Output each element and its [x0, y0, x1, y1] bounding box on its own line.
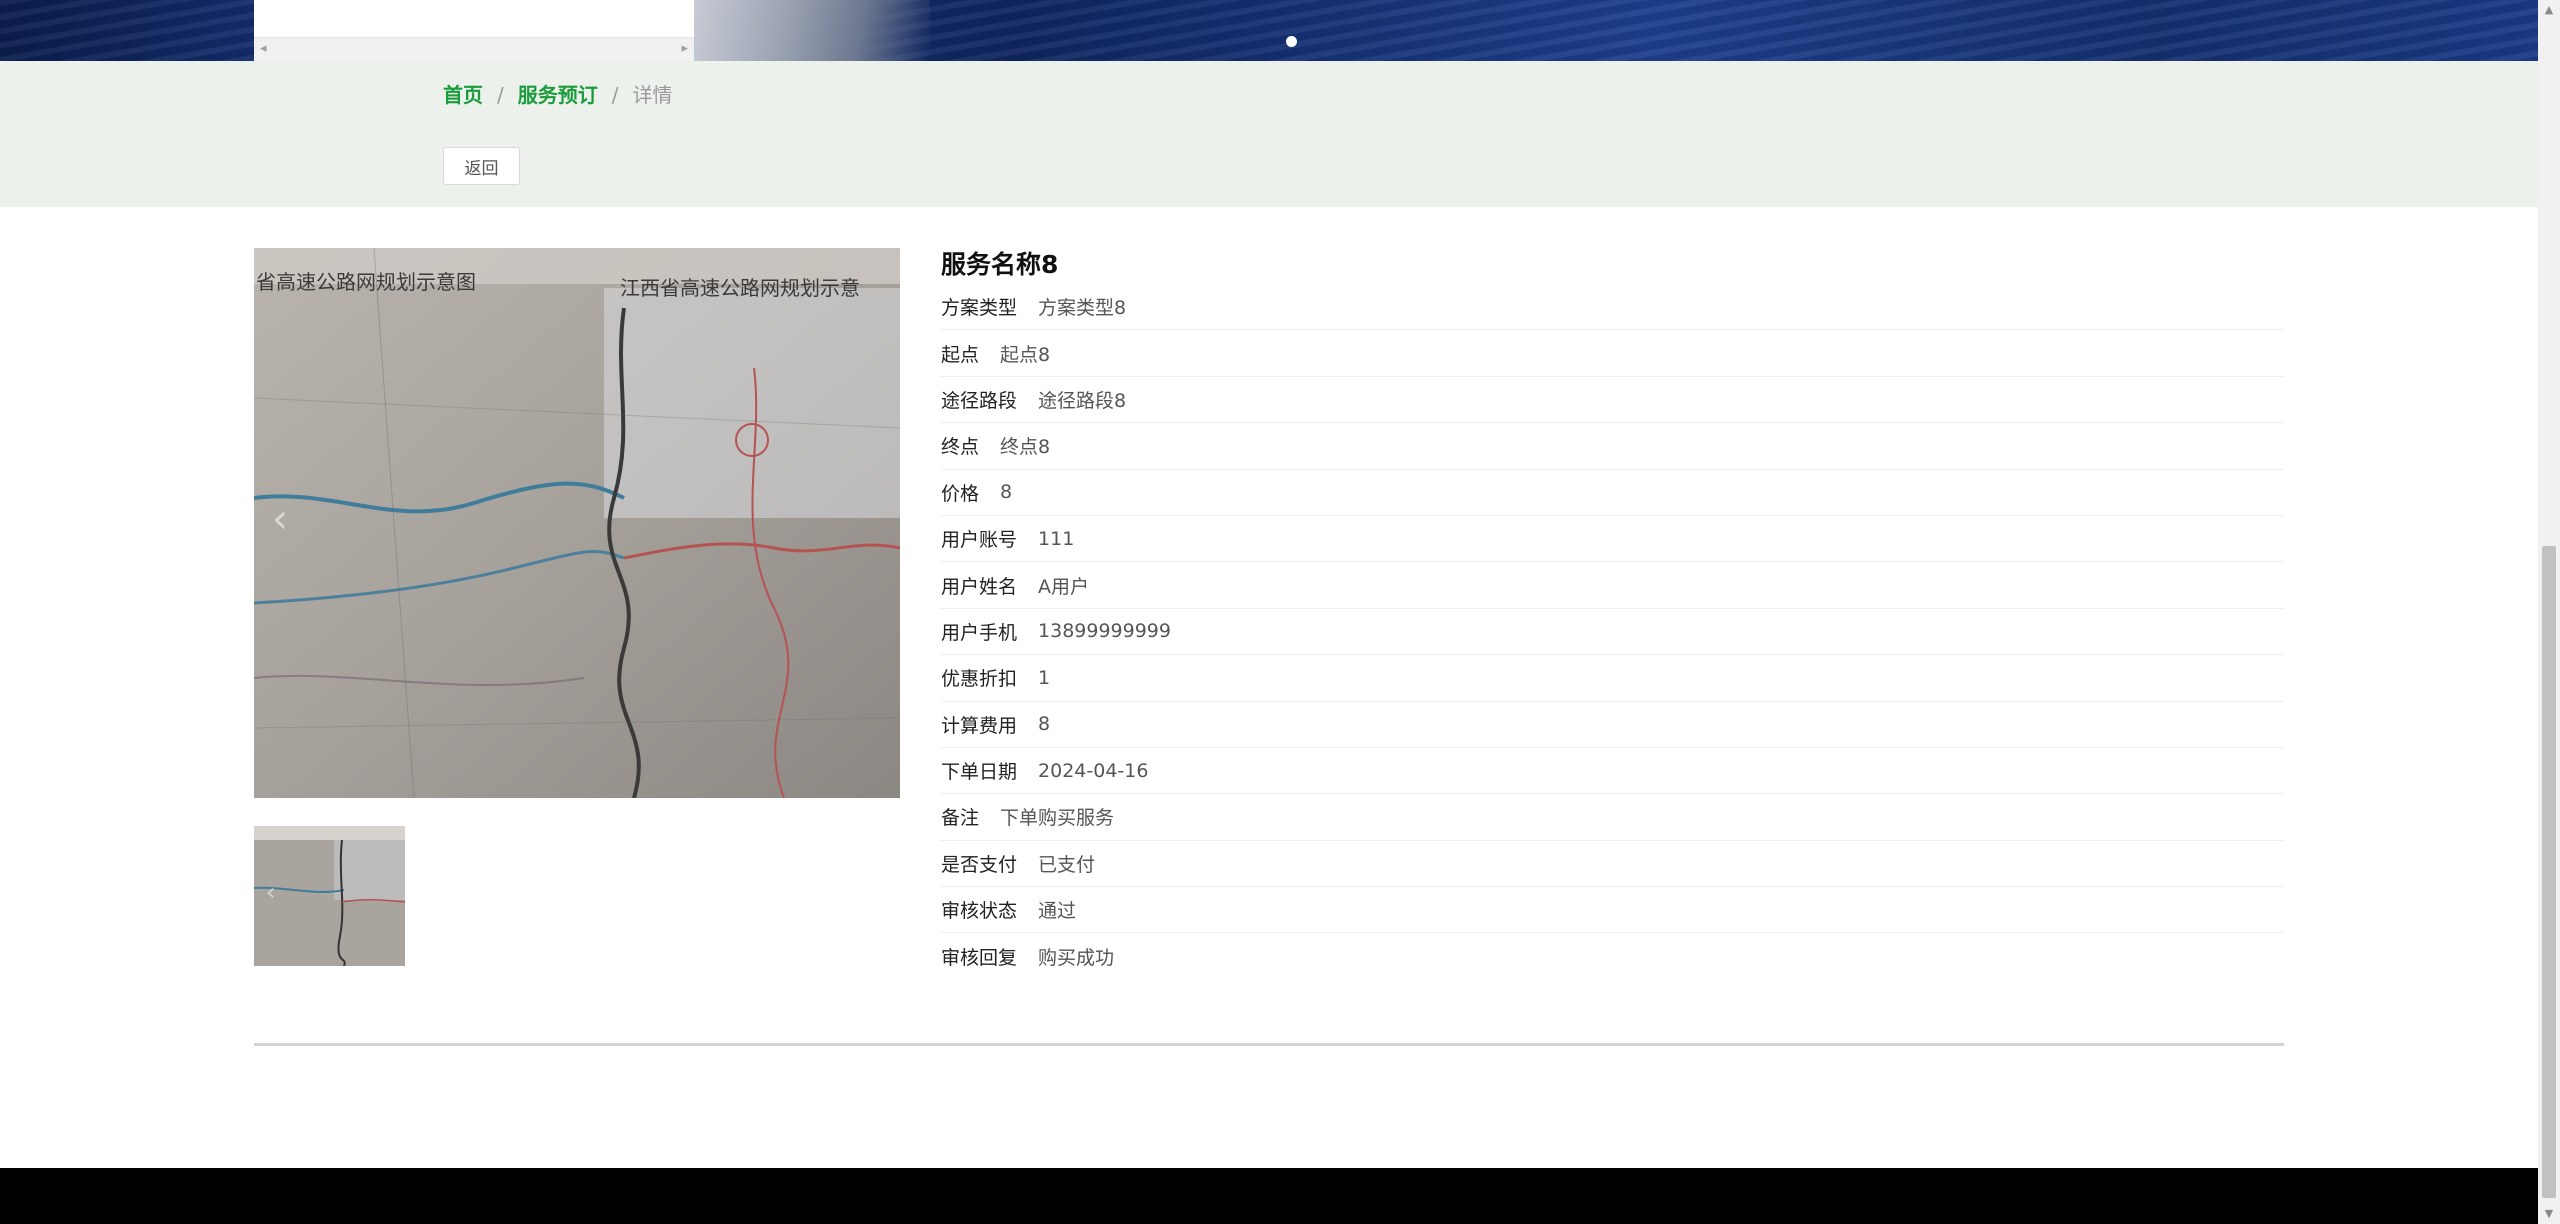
page-footer: [0, 1168, 2538, 1224]
detail-value: 起点8: [1000, 343, 1051, 366]
detail-value: 2024-04-16: [1038, 759, 1149, 782]
detail-value: 购买成功: [1038, 947, 1115, 970]
detail-value: A用户: [1038, 575, 1090, 598]
detail-value: 111: [1038, 527, 1075, 550]
detail-row: 价格 8: [941, 470, 2284, 516]
detail-label: 计算费用: [941, 714, 1018, 737]
detail-row: 是否支付 已支付: [941, 841, 2284, 888]
detail-row: 起点 起点8: [941, 330, 2284, 377]
banner-horizontal-scrollbar[interactable]: ◂ ▸: [254, 37, 694, 61]
detail-value: 8: [1038, 713, 1051, 736]
service-title: 服务名称8: [941, 250, 1059, 279]
detail-row: 下单日期 2024-04-16: [941, 748, 2284, 795]
breadcrumb-section-link[interactable]: 服务预订: [518, 83, 598, 107]
detail-label: 下单日期: [941, 761, 1018, 784]
map-caption-left: 省高速公路网规划示意图: [256, 270, 476, 294]
scroll-right-arrow-icon[interactable]: ▸: [681, 42, 688, 56]
banner-image-subject: [690, 0, 930, 61]
scroll-down-arrow-icon[interactable]: ▼: [2542, 1208, 2556, 1220]
detail-value: 终点8: [1000, 436, 1051, 459]
breadcrumb: 首页 / 服务预订 / 详情: [443, 82, 673, 108]
map-caption-right: 江西省高速公路网规划示意: [620, 276, 860, 300]
detail-value: 下单购买服务: [1000, 807, 1115, 830]
breadcrumb-separator: /: [497, 83, 504, 107]
detail-label: 途径路段: [941, 389, 1018, 412]
detail-label: 用户账号: [941, 529, 1018, 552]
detail-row: 计算费用 8: [941, 702, 2284, 748]
detail-label: 起点: [941, 343, 980, 366]
breadcrumb-bar: 首页 / 服务预订 / 详情 返回: [0, 61, 2538, 207]
detail-label: 优惠折扣: [941, 668, 1018, 691]
detail-label: 方案类型: [941, 297, 1018, 320]
scroll-up-arrow-icon[interactable]: ▲: [2542, 4, 2556, 16]
detail-row: 用户姓名 A用户: [941, 562, 2284, 609]
detail-label: 终点: [941, 436, 980, 459]
product-main-image: 省高速公路网规划示意图 江西省高速公路网规划示意 ‹: [254, 248, 900, 798]
breadcrumb-home-link[interactable]: 首页: [443, 83, 483, 107]
detail-panel: 服务名称8 方案类型 方案类型8 起点 起点8 途径路段 途径路段8 终点 终点8 价格 8 用户账…: [941, 248, 2284, 980]
detail-row: 终点 终点8: [941, 423, 2284, 470]
detail-label: 是否支付: [941, 853, 1018, 876]
detail-row: 用户手机 13899999999: [941, 609, 2284, 656]
chevron-left-icon[interactable]: ‹: [272, 496, 288, 542]
detail-value: 通过: [1038, 900, 1077, 923]
detail-value: 途径路段8: [1038, 389, 1127, 412]
breadcrumb-current: 详情: [632, 83, 673, 107]
page-vertical-scrollbar[interactable]: ▲ ▼: [2538, 0, 2560, 1224]
detail-value: 方案类型8: [1038, 297, 1127, 320]
detail-value: 1: [1038, 666, 1051, 689]
detail-row: 审核状态 通过: [941, 887, 2284, 934]
detail-row: 用户账号 111: [941, 516, 2284, 563]
detail-label: 用户姓名: [941, 575, 1018, 598]
detail-row: 备注 下单购买服务: [941, 794, 2284, 841]
detail-value: 8: [1000, 481, 1013, 504]
breadcrumb-separator: /: [611, 83, 619, 107]
scrollbar-thumb[interactable]: [2542, 546, 2556, 1198]
carousel-indicator-active[interactable]: [1286, 36, 1297, 47]
banner-carousel: ◂ ▸: [0, 0, 2538, 61]
detail-row: 方案类型 方案类型8: [941, 284, 2284, 331]
detail-label: 用户手机: [941, 621, 1018, 644]
detail-label: 备注: [941, 807, 980, 830]
detail-row: 优惠折扣 1: [941, 655, 2284, 702]
map-image: [254, 248, 900, 798]
detail-row: 审核回复 购买成功: [941, 933, 2284, 979]
thumbnail-image[interactable]: ‹: [254, 826, 405, 966]
detail-label: 审核回复: [941, 947, 1018, 970]
detail-value: 已支付: [1038, 853, 1096, 876]
detail-label: 价格: [941, 482, 980, 505]
back-button[interactable]: 返回: [443, 147, 520, 185]
detail-value: 13899999999: [1038, 620, 1171, 643]
detail-fields: 方案类型 方案类型8 起点 起点8 途径路段 途径路段8 终点 终点8 价格 8 用户账号 111 用户…: [941, 284, 2284, 980]
detail-row: 途径路段 途径路段8: [941, 377, 2284, 424]
thumbnail-chevron-left-icon: ‹: [266, 878, 276, 906]
detail-label: 审核状态: [941, 900, 1018, 923]
scroll-left-arrow-icon[interactable]: ◂: [260, 42, 267, 56]
thumbnail-map: [254, 826, 405, 966]
content-divider: [254, 1043, 2284, 1046]
